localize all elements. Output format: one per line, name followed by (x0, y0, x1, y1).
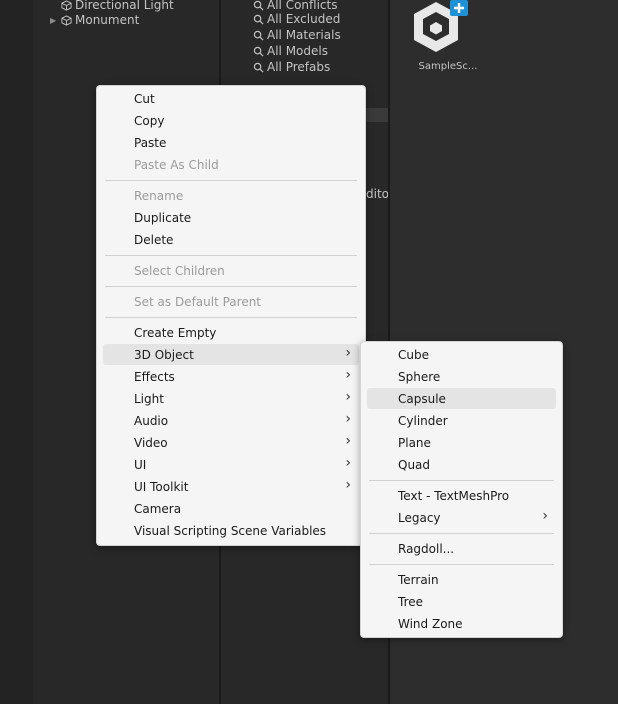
menu-item-select-children: Select Children (134, 263, 225, 278)
search-icon (253, 62, 264, 73)
menu-item-terrain[interactable]: Terrain (367, 569, 556, 590)
menu-item-visual-scripting-scene-variables[interactable]: Visual Scripting Scene Variables (103, 520, 359, 541)
hierarchy-item-label: Directional Light (75, 0, 174, 12)
menu-item-effects[interactable]: Effects › (103, 366, 359, 387)
chevron-right-icon: › (345, 411, 351, 427)
asset-label: SampleSc... (418, 61, 478, 72)
menu-item-cylinder[interactable]: Cylinder (367, 410, 556, 431)
menu-separator (105, 255, 357, 256)
search-filter-all-models[interactable]: All Models (253, 43, 328, 59)
asset-tile-sample-scene[interactable]: SampleSc... (404, 0, 477, 76)
submenu-3d-object: Cube Sphere Capsule Cylinder Plane Quad … (360, 341, 563, 638)
menu-item-delete[interactable]: Delete (103, 229, 359, 250)
menu-item-sphere[interactable]: Sphere (367, 366, 556, 387)
menu-item-plane[interactable]: Plane (367, 432, 556, 453)
menu-item-copy[interactable]: Copy (103, 110, 359, 131)
gameobject-cube-icon (61, 14, 72, 26)
search-filter-all-prefabs[interactable]: All Prefabs (253, 59, 330, 75)
chevron-right-icon: › (345, 367, 351, 383)
unity-scene-icon (414, 0, 468, 52)
hierarchy-gutter (0, 0, 33, 704)
search-filter-all-materials[interactable]: All Materials (253, 27, 341, 43)
chevron-right-icon: › (345, 433, 351, 449)
menu-item-wind-zone[interactable]: Wind Zone (367, 613, 556, 634)
menu-item-ui-toolkit[interactable]: UI Toolkit › (103, 476, 359, 497)
menu-item-video[interactable]: Video › (103, 432, 359, 453)
chevron-right-icon: › (345, 345, 351, 361)
menu-item-paste[interactable]: Paste (103, 132, 359, 153)
chevron-right-icon: › (345, 477, 351, 493)
menu-separator (105, 317, 357, 318)
menu-item-duplicate[interactable]: Duplicate (103, 207, 359, 228)
menu-item-audio[interactable]: Audio › (103, 410, 359, 431)
menu-separator (105, 180, 357, 181)
menu-item-text-textmeshpro[interactable]: Text - TextMeshPro (367, 485, 556, 506)
foldout-arrow-icon[interactable]: ▶ (50, 16, 58, 25)
menu-item-legacy[interactable]: Legacy › (367, 507, 556, 528)
menu-separator (369, 480, 554, 481)
chevron-right-icon: › (345, 455, 351, 471)
menu-item-3d-object[interactable]: 3D Object › (103, 344, 359, 365)
menu-separator (369, 564, 554, 565)
chevron-right-icon: › (542, 508, 548, 524)
menu-item-rename: Rename (134, 188, 184, 203)
menu-item-camera[interactable]: Camera (103, 498, 359, 519)
hierarchy-item-label: Monument (75, 13, 140, 27)
chevron-right-icon: › (345, 389, 351, 405)
menu-item-capsule[interactable]: Capsule (367, 388, 556, 409)
search-icon (253, 30, 264, 41)
search-icon (253, 46, 264, 57)
menu-item-ui[interactable]: UI › (103, 454, 359, 475)
menu-separator (369, 533, 554, 534)
context-menu: Cut Copy Paste Paste As Child Rename Dup… (96, 85, 366, 546)
search-icon (253, 0, 264, 11)
menu-item-quad[interactable]: Quad (367, 454, 556, 475)
gameobject-cube-icon (61, 0, 72, 11)
menu-separator (105, 286, 357, 287)
menu-item-ragdoll[interactable]: Ragdoll... (367, 538, 556, 559)
menu-item-tree[interactable]: Tree (367, 591, 556, 612)
menu-item-light[interactable]: Light › (103, 388, 359, 409)
menu-item-create-empty[interactable]: Create Empty (103, 322, 359, 343)
search-icon (253, 14, 264, 25)
menu-item-paste-as-child: Paste As Child (134, 157, 219, 172)
hierarchy-item-monument[interactable]: ▶ Monument (50, 12, 139, 28)
menu-item-cut[interactable]: Cut (103, 88, 359, 109)
menu-item-cube[interactable]: Cube (367, 344, 556, 365)
search-filter-all-excluded[interactable]: All Excluded (253, 11, 340, 27)
menu-item-set-as-default-parent: Set as Default Parent (134, 294, 262, 309)
